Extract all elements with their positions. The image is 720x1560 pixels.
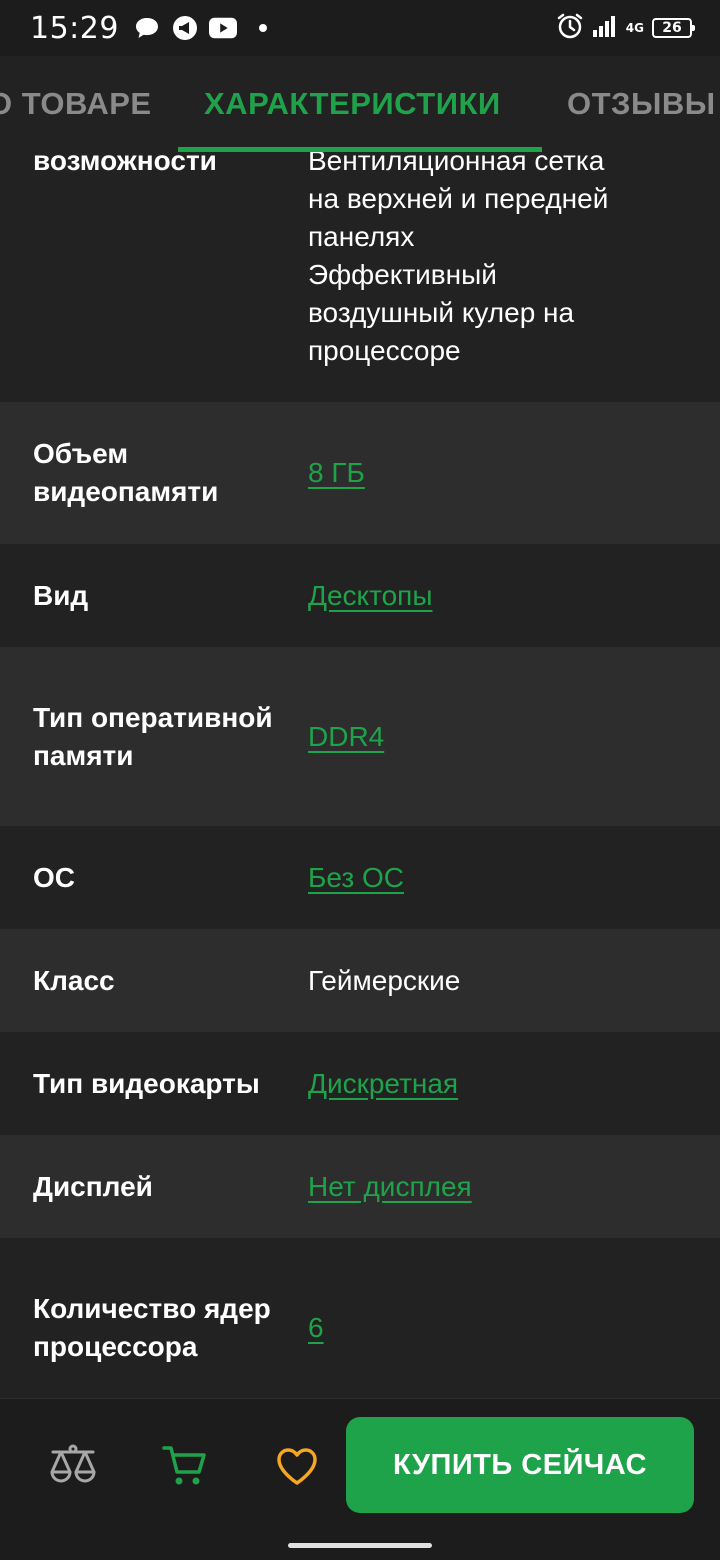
spec-label: Объем видеопамяти: [33, 438, 219, 507]
specs-list[interactable]: возможности Вентиляционная сетка на верх…: [0, 152, 720, 1398]
spec-row-gpu-type: Тип видеокарты Дискретная: [0, 1032, 720, 1135]
battery-icon: 26: [652, 18, 695, 38]
spec-row-cpu-cores: Количество ядер процессора 6: [0, 1238, 720, 1398]
status-time: 15:29: [30, 10, 119, 46]
spec-value-link[interactable]: Дискретная: [276, 1065, 720, 1103]
screen: 15:29 4G 26 О ТОВАРЕ ХАРАКТЕРИСТИКИ ОТЗЫ…: [0, 0, 720, 1560]
more-notifications-dot: [258, 24, 267, 32]
spec-row-ram-type: Тип оперативной памяти DDR4: [0, 647, 720, 826]
network-type-label: 4G: [625, 21, 644, 35]
alarm-icon: [556, 12, 584, 44]
spec-label: ОС: [33, 861, 75, 893]
notification-icons: [133, 14, 267, 42]
heart-icon[interactable]: [272, 1441, 322, 1491]
home-indicator[interactable]: [288, 1543, 432, 1548]
spec-value-link[interactable]: 6: [276, 1309, 720, 1347]
spec-row-display: Дисплей Нет дисплея: [0, 1135, 720, 1238]
megaphone-icon: [171, 14, 199, 42]
signal-icon: [592, 14, 618, 42]
spec-row-features: возможности Вентиляционная сетка на верх…: [0, 152, 720, 402]
spec-label: Тип оперативной памяти: [33, 701, 273, 771]
compare-icon[interactable]: [48, 1441, 98, 1491]
youtube-icon: [208, 14, 237, 42]
cart-icon[interactable]: [160, 1441, 210, 1491]
product-tabs: О ТОВАРЕ ХАРАКТЕРИСТИКИ ОТЗЫВЫ: [0, 56, 720, 152]
spec-label: Вид: [33, 579, 89, 611]
spec-row-video-memory: Объем видеопамяти 8 ГБ: [0, 402, 720, 544]
spec-value: Вентиляционная сетка на верхней и передн…: [308, 152, 609, 366]
spec-row-os: ОС Без ОС: [0, 826, 720, 929]
spec-value-link[interactable]: DDR4: [276, 718, 720, 756]
buy-now-button[interactable]: КУПИТЬ СЕЙЧАС: [346, 1417, 694, 1513]
tab-reviews[interactable]: ОТЗЫВЫ: [567, 56, 716, 152]
spec-label: Тип видеокарты: [33, 1067, 260, 1099]
bottom-action-bar: КУПИТЬ СЕЙЧАС: [0, 1398, 720, 1560]
spec-value-link[interactable]: 8 ГБ: [276, 454, 720, 492]
system-icons: 4G 26: [556, 12, 695, 44]
tab-about[interactable]: О ТОВАРЕ: [0, 56, 152, 152]
spec-value-link[interactable]: Десктопы: [276, 577, 720, 615]
spec-row-class: Класс Геймерские: [0, 929, 720, 1032]
tab-specs[interactable]: ХАРАКТЕРИСТИКИ: [204, 56, 501, 152]
spec-label: возможности: [33, 152, 217, 176]
status-bar: 15:29 4G 26: [0, 0, 720, 56]
spec-value-link[interactable]: Без ОС: [276, 859, 720, 897]
spec-label: Класс: [33, 964, 115, 996]
chat-bubble-icon: [133, 14, 161, 42]
spec-label: Количество ядер процессора: [33, 1293, 271, 1362]
spec-row-type: Вид Десктопы: [0, 544, 720, 647]
spec-value: Геймерские: [308, 964, 461, 996]
spec-value-link[interactable]: Нет дисплея: [276, 1168, 720, 1206]
spec-label: Дисплей: [33, 1170, 153, 1202]
